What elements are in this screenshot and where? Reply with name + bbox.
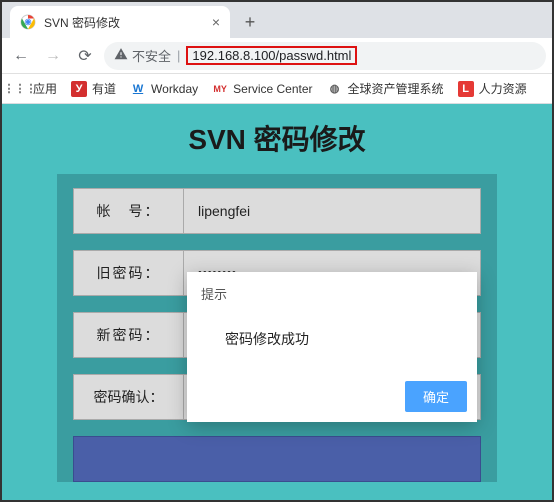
hr-icon: L [458,81,474,97]
service-center-icon: MY [212,81,228,97]
arrow-right-icon: → [45,47,61,65]
page-title: SVN 密码修改 [2,104,552,174]
bookmark-label: 有道 [92,80,116,97]
address-bar[interactable]: 不安全 | 192.168.8.100/passwd.html [104,42,546,70]
bookmark-hr[interactable]: L 人力资源 [454,78,531,99]
bookmark-label: 应用 [33,80,57,97]
insecure-indicator: 不安全 [114,46,171,65]
forward-button[interactable]: → [40,43,66,69]
reload-icon: ⟳ [78,46,91,66]
submit-row[interactable] [73,436,481,482]
bookmark-asset-system[interactable]: ◍ 全球资产管理系统 [323,78,448,99]
bookmark-label: 人力资源 [479,80,527,97]
url-text: 192.168.8.100/passwd.html [186,46,357,65]
reload-button[interactable]: ⟳ [72,43,98,69]
warning-icon [114,47,128,64]
workday-icon: W [130,81,146,97]
old-password-label: 旧密码： [74,251,184,295]
page-viewport: SVN 密码修改 帐 号： lipengfei 旧密码： •••••••• 新密… [2,104,552,500]
bookmark-youdao[interactable]: У 有道 [67,78,120,99]
bookmark-label: Service Center [233,82,312,96]
bookmarks-bar: ⋮⋮⋮ 应用 У 有道 W Workday MY Service Center … [2,74,552,104]
globe-icon: ◍ [327,81,343,97]
bookmark-apps[interactable]: ⋮⋮⋮ 应用 [8,78,61,99]
youdao-icon: У [71,81,87,97]
browser-tab-active[interactable]: SVN 密码修改 × [10,6,230,38]
browser-tab-strip: SVN 密码修改 × + [2,2,552,38]
bookmark-label: Workday [151,82,198,96]
dialog-ok-button[interactable]: 确定 [405,381,467,412]
confirm-password-label: 密码确认： [74,375,184,419]
address-separator: | [177,48,180,63]
bookmark-service-center[interactable]: MY Service Center [208,79,316,99]
new-tab-button[interactable]: + [236,8,264,36]
bookmark-workday[interactable]: W Workday [126,79,202,99]
username-label: 帐 号： [74,189,184,233]
new-password-label: 新密码： [74,313,184,357]
browser-toolbar: ← → ⟳ 不安全 | 192.168.8.100/passwd.html [2,38,552,74]
alert-dialog: 提示 密码修改成功 确定 [187,272,477,422]
bookmark-label: 全球资产管理系统 [348,80,444,97]
back-button[interactable]: ← [8,43,34,69]
tab-favicon-icon [20,14,36,30]
username-row: 帐 号： lipengfei [73,188,481,234]
dialog-title: 提示 [187,272,477,311]
apps-grid-icon: ⋮⋮⋮ [12,81,28,97]
arrow-left-icon: ← [13,47,29,65]
dialog-actions: 确定 [187,375,477,422]
dialog-message: 密码修改成功 [187,311,477,375]
insecure-label: 不安全 [132,46,171,65]
username-input[interactable]: lipengfei [184,203,480,219]
tab-close-icon[interactable]: × [212,14,220,30]
tab-title: SVN 密码修改 [44,14,204,31]
